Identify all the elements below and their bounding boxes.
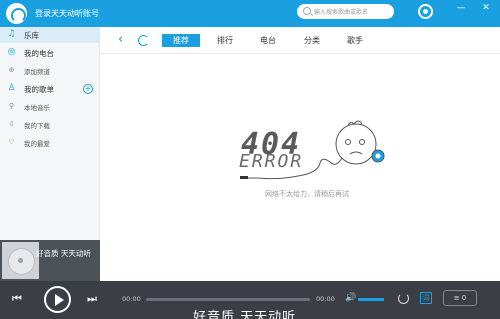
location-icon: ⚲ <box>8 102 15 110</box>
total-time: 00:00 <box>316 295 335 303</box>
loop-icon[interactable] <box>398 293 409 304</box>
sidebar-item-local-music[interactable]: ⚲ 本地音乐 <box>0 99 100 115</box>
search-placeholder: 输入搜索歌曲或歌名 <box>314 9 369 16</box>
close-button[interactable]: ✕ <box>480 3 492 13</box>
player-bar: ⏮ ⏭ 00:00 00:00 🔊 词 ≡ 0 好音质 天天动听 <box>0 281 500 319</box>
sidebar-item-label: 我的最爱 <box>24 140 50 148</box>
album-cover-icon <box>2 242 39 279</box>
error-message: 网络不太给力，请稍后再试 <box>265 190 349 198</box>
now-playing-title: 好音质 天天动听 <box>36 249 91 258</box>
title-bar: 登录天天动听账号 输入搜索歌曲或歌名 — ✕ <box>0 0 500 27</box>
add-channel-icon: ⊕ <box>8 66 15 74</box>
sidebar-item-add-channel[interactable]: ⊕ 添加频道 <box>0 63 100 79</box>
lyrics-icon[interactable]: 词 <box>420 292 432 304</box>
search-input[interactable]: 输入搜索歌曲或歌名 <box>297 4 394 19</box>
sidebar-item-library[interactable]: ♫ 乐库 <box>0 27 100 43</box>
next-track-icon[interactable]: ⏭ <box>87 293 97 305</box>
current-time: 00:00 <box>122 295 141 303</box>
error-word: ERROR <box>239 151 304 172</box>
sidebar-item-label: 本地音乐 <box>24 104 50 112</box>
music-note-icon: ♫ <box>7 29 16 39</box>
sidebar-item-label: 我的歌单 <box>24 85 54 94</box>
play-button[interactable] <box>44 286 71 313</box>
progress-bar[interactable] <box>146 298 310 301</box>
app-logo-icon <box>6 3 27 24</box>
tab-artists[interactable]: 歌手 <box>338 34 372 47</box>
tab-radio[interactable]: 电台 <box>251 34 285 47</box>
volume-fill <box>358 298 384 301</box>
heart-icon: ♡ <box>8 138 15 146</box>
radio-icon: ◎ <box>7 47 16 57</box>
volume-icon[interactable]: 🔊 <box>345 293 356 303</box>
add-playlist-icon[interactable]: + <box>83 84 93 94</box>
search-icon[interactable] <box>303 7 311 15</box>
refresh-icon[interactable] <box>138 35 149 46</box>
previous-track-icon[interactable]: ⏮ <box>12 293 22 305</box>
download-icon: ⇩ <box>8 120 15 128</box>
back-icon[interactable]: ‹ <box>118 33 123 46</box>
sidebar-item-label: 我的下载 <box>24 122 50 130</box>
user-icon: ♙ <box>7 83 16 93</box>
tab-recommend[interactable]: 推荐 <box>162 34 200 47</box>
sidebar-item-label: 我的电台 <box>24 49 54 58</box>
sidebar-item-my-radio[interactable]: ◎ 我的电台 <box>0 45 100 61</box>
settings-gear-icon[interactable] <box>418 4 433 19</box>
slogan-text: 好音质 天天动听 <box>193 310 297 319</box>
sidebar-item-my-playlists[interactable]: ♙ 我的歌单 + <box>0 81 100 97</box>
sidebar-item-label: 添加频道 <box>24 68 50 76</box>
sidebar-item-downloads[interactable]: ⇩ 我的下载 <box>0 117 100 133</box>
nav-bar: ‹ 推荐 排行 电台 分类 歌手 <box>100 27 500 54</box>
playlist-button[interactable]: ≡ 0 <box>443 290 477 306</box>
tab-categories[interactable]: 分类 <box>295 34 329 47</box>
now-playing-panel[interactable]: 好音质 天天动听 <box>0 240 100 281</box>
tab-charts[interactable]: 排行 <box>208 34 242 47</box>
volume-slider[interactable] <box>358 298 384 301</box>
sidebar-item-favorites[interactable]: ♡ 我的最爱 <box>0 135 100 151</box>
plug-icon <box>240 176 248 179</box>
robot-head-icon <box>335 123 377 165</box>
sidebar-item-label: 乐库 <box>24 31 39 40</box>
minimize-button[interactable]: — <box>455 3 467 13</box>
login-link[interactable]: 登录天天动听账号 <box>35 8 99 19</box>
